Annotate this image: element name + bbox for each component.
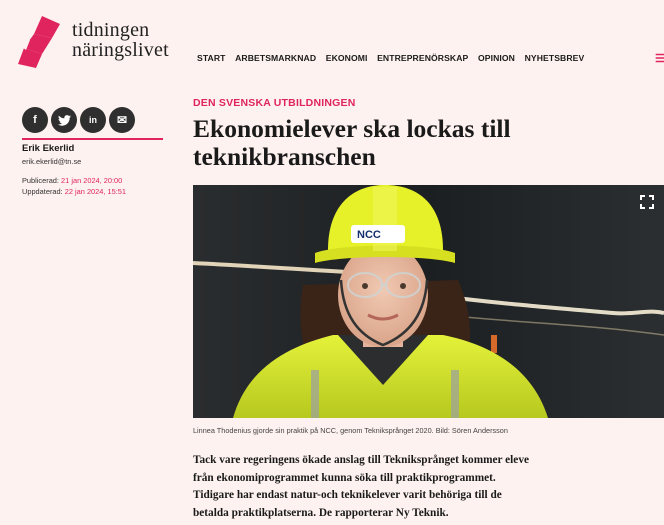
nav-item-start[interactable]: START [197,53,226,63]
mail-icon[interactable]: ✉ [109,107,135,133]
nav-item-ekonomi[interactable]: EKONOMI [326,53,368,63]
article-lead: Tack vare regeringens ökade anslag till … [193,452,664,522]
nav-item-entreprenorskap[interactable]: ENTREPRENÖRSKAP [377,53,468,63]
lead-line-1: Tack vare regeringens ökade anslag till … [193,454,529,466]
facebook-icon[interactable]: f [22,107,48,133]
updated-line: Uppdaterad: 22 jan 2024, 15:51 [22,187,126,196]
site-logo[interactable]: tidningen näringslivet [12,14,172,74]
lead-line-4: betalda praktikplatserna. De rapporterar… [193,506,449,519]
lead-line-2: från ekonomiprogrammet kunna söka till p… [193,471,496,484]
author-name[interactable]: Erik Ekerlid [22,143,74,154]
article-kicker[interactable]: DEN SVENSKA UTBILDNINGEN [193,97,356,109]
published-date: 21 jan 2024, 20:00 [61,176,123,185]
lead-line-3: Tidigare har endast natur-och teknikelev… [193,489,502,502]
logo-line-2: näringslivet [72,39,169,61]
nav-item-nyhetsbrev[interactable]: NYHETSBREV [525,53,585,63]
share-buttons: f in ✉ [22,107,135,133]
photo-caption: Linnea Thodenius gjorde sin praktik på N… [193,426,508,435]
logo-line-1: tidningen [72,19,150,41]
fullscreen-icon[interactable] [640,195,654,209]
updated-label: Uppdaterad: [22,187,63,196]
main-nav: START ARBETSMARKNAD EKONOMI ENTREPRENÖRS… [197,53,594,63]
nav-item-opinion[interactable]: OPINION [478,53,515,63]
headline-line-1: Ekonomielever ska lockas till [193,114,511,143]
published-label: Publicerad: [22,176,59,185]
photo-illustration: NCC [193,185,664,418]
author-email[interactable]: erik.ekerlid@tn.se [22,157,81,166]
article-headline: Ekonomielever ska lockas till teknikbran… [193,115,648,171]
helmet-logo-text: NCC [357,229,381,241]
sidebar-divider [22,138,163,140]
linkedin-icon[interactable]: in [80,107,106,133]
logo-wordmark: tidningen näringslivet [72,20,169,60]
twitter-icon[interactable] [51,107,77,133]
article-photo[interactable]: NCC [193,185,664,418]
headline-line-2: teknikbranschen [193,142,376,171]
hamburger-icon[interactable]: ☰ [655,52,664,65]
published-line: Publicerad: 21 jan 2024, 20:00 [22,176,122,185]
nav-item-arbetsmarknad[interactable]: ARBETSMARKNAD [235,53,316,63]
site-header: tidningen näringslivet START ARBETSMARKN… [0,0,664,78]
logo-mark-icon [18,16,60,68]
updated-date: 22 jan 2024, 15:51 [64,187,126,196]
